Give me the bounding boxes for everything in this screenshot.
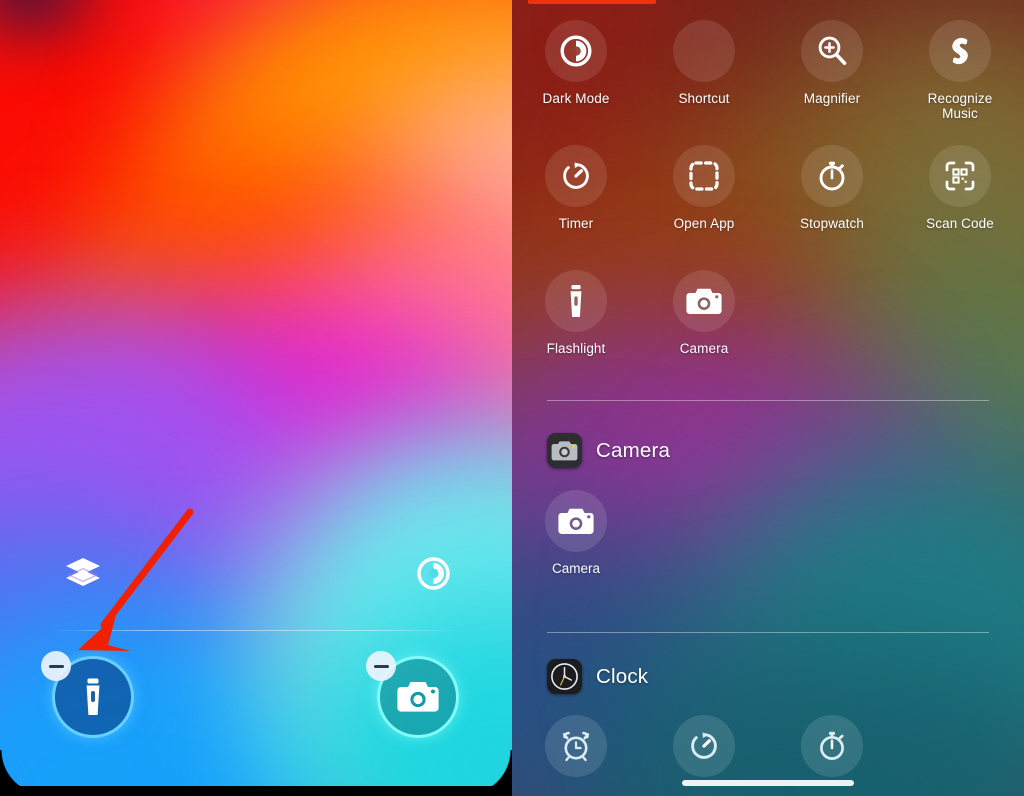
remove-flashlight-badge[interactable] bbox=[41, 651, 71, 681]
alarm-icon-glyph bbox=[562, 731, 590, 762]
clock-app-icon-glyph bbox=[547, 659, 582, 694]
flashlight-icon bbox=[86, 678, 100, 715]
app-action-placeholder bbox=[640, 490, 768, 576]
dashed-square-icon bbox=[673, 145, 735, 207]
screen-bezel-bottom bbox=[0, 786, 512, 796]
action-item-flashlight[interactable]: Flashlight bbox=[512, 262, 640, 385]
clock-app-actions-grid bbox=[512, 715, 1024, 786]
minus-icon bbox=[373, 664, 389, 668]
action-label: Timer bbox=[558, 216, 594, 231]
action-label: Flashlight bbox=[546, 341, 606, 356]
action-item-shortcut[interactable]: Shortcut bbox=[640, 12, 768, 135]
camera-icon-glyph bbox=[558, 508, 594, 534]
screenshot-root: Dark Mode Shortcut Magnifier Recognize M… bbox=[0, 0, 1024, 796]
action-label: Magnifier bbox=[803, 91, 861, 106]
action-picker-panel: Dark Mode Shortcut Magnifier Recognize M… bbox=[512, 0, 1024, 796]
action-item-open-app[interactable]: Open App bbox=[640, 137, 768, 260]
app-section-name: Camera bbox=[596, 438, 671, 462]
app-section-name: Clock bbox=[596, 664, 649, 688]
contrast-circle-icon-glyph bbox=[560, 35, 592, 67]
app-section-header-clock: Clock bbox=[547, 659, 648, 694]
camera-icon bbox=[397, 682, 439, 712]
contrast-circle-icon-glyph bbox=[416, 556, 450, 590]
action-item-magnifier[interactable]: Magnifier bbox=[768, 12, 896, 135]
lock-screen-divider bbox=[48, 630, 464, 631]
qr-scan-icon-glyph bbox=[945, 161, 975, 191]
timer-icon-glyph bbox=[563, 162, 589, 189]
alarm-icon bbox=[545, 715, 607, 777]
flashlight-icon bbox=[545, 270, 607, 332]
camera-app-actions-grid: Camera bbox=[512, 490, 1024, 576]
camera-icon bbox=[545, 490, 607, 552]
shazam-icon bbox=[929, 20, 991, 82]
layers-icon[interactable] bbox=[62, 552, 104, 594]
shortcut-empty-icon bbox=[673, 20, 735, 82]
camera-icon bbox=[673, 270, 735, 332]
camera-app-icon bbox=[547, 433, 582, 468]
section-divider bbox=[547, 632, 989, 633]
action-label: Camera bbox=[679, 341, 729, 356]
magnifier-plus-icon bbox=[801, 20, 863, 82]
magnifier-plus-icon-glyph bbox=[818, 36, 847, 66]
contrast-circle-icon bbox=[545, 20, 607, 82]
action-label: Recognize Music bbox=[927, 91, 993, 121]
top-accent-line bbox=[528, 0, 656, 4]
layers-icon-glyph bbox=[66, 558, 100, 586]
app-section-header-camera: Camera bbox=[547, 433, 670, 468]
app-action-placeholder bbox=[896, 490, 1024, 576]
stopwatch-icon-glyph bbox=[820, 731, 844, 760]
flashlight-icon-glyph bbox=[570, 285, 582, 317]
app-action-placeholder bbox=[768, 490, 896, 576]
section-divider bbox=[547, 400, 989, 401]
dashed-square-icon-glyph bbox=[689, 161, 719, 191]
ios-lock-screen-panel bbox=[0, 0, 512, 796]
qr-scan-icon bbox=[929, 145, 991, 207]
action-label: Dark Mode bbox=[542, 91, 610, 106]
stopwatch-icon bbox=[801, 715, 863, 777]
action-item-scan-code[interactable]: Scan Code bbox=[896, 137, 1024, 260]
action-label: Shortcut bbox=[678, 91, 730, 106]
flashlight-quick-action[interactable] bbox=[41, 651, 131, 735]
home-indicator[interactable] bbox=[682, 780, 854, 786]
app-action-label: Camera bbox=[551, 561, 600, 576]
shazam-icon-glyph bbox=[952, 37, 968, 65]
action-item-recognize-music[interactable]: Recognize Music bbox=[896, 12, 1024, 135]
app-action-placeholder bbox=[896, 715, 1024, 786]
action-item-camera[interactable]: Camera bbox=[640, 262, 768, 385]
action-item-stopwatch[interactable]: Stopwatch bbox=[768, 137, 896, 260]
stopwatch-icon-glyph bbox=[819, 161, 845, 191]
action-item-dark-mode[interactable]: Dark Mode bbox=[512, 12, 640, 135]
timer-icon-glyph bbox=[691, 732, 717, 759]
camera-quick-action[interactable] bbox=[366, 651, 456, 735]
contrast-circle-icon[interactable] bbox=[412, 552, 454, 594]
timer-icon bbox=[545, 145, 607, 207]
lock-screen-widget-row bbox=[0, 552, 512, 600]
action-item-timer[interactable]: Timer bbox=[512, 137, 640, 260]
camera-icon-glyph bbox=[686, 288, 722, 314]
action-label: Open App bbox=[673, 216, 735, 231]
action-label: Stopwatch bbox=[800, 216, 864, 231]
action-label: Scan Code bbox=[926, 216, 994, 231]
stopwatch-icon bbox=[801, 145, 863, 207]
camera-app-icon-glyph bbox=[547, 433, 582, 468]
app-action-item-stopwatch[interactable] bbox=[768, 715, 896, 786]
app-action-item-timer[interactable] bbox=[640, 715, 768, 786]
minus-icon bbox=[48, 664, 64, 668]
timer-icon bbox=[673, 715, 735, 777]
clock-app-icon bbox=[547, 659, 582, 694]
app-action-item-alarm[interactable] bbox=[512, 715, 640, 786]
system-actions-grid: Dark Mode Shortcut Magnifier Recognize M… bbox=[512, 12, 1024, 385]
app-action-item-camera[interactable]: Camera bbox=[512, 490, 640, 576]
remove-camera-badge[interactable] bbox=[366, 651, 396, 681]
